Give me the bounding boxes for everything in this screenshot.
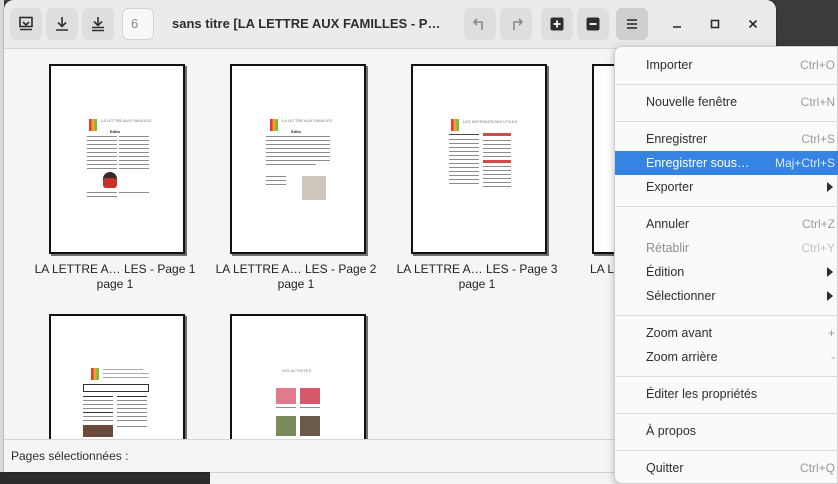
background-document — [210, 472, 630, 484]
menu-item-zoom-arriere[interactable]: Zoom arrière - — [615, 345, 838, 369]
redo-icon — [513, 18, 524, 30]
menu-separator — [615, 121, 838, 122]
page-sublabel: page 1 — [96, 277, 134, 291]
main-menu-button[interactable] — [616, 8, 648, 40]
zoom-in-icon — [550, 17, 564, 31]
school-logo — [270, 119, 278, 131]
school-logo — [91, 368, 99, 380]
zoom-out-icon — [586, 17, 600, 31]
page-thumbnail[interactable]: LA LETTRE AUX FAMILLES Edito — [230, 64, 366, 254]
menu-item-enregistrer[interactable]: Enregistrer Ctrl+S — [615, 127, 838, 151]
page-number-input[interactable]: 6 — [122, 8, 154, 40]
page-subheading: Edito — [110, 129, 120, 134]
school-logo — [89, 119, 97, 131]
page-heading: LES ACTIVITES — [282, 368, 312, 373]
page-thumbnail[interactable]: LES ACTIVITES — [230, 314, 366, 439]
maximize-button[interactable] — [704, 13, 726, 35]
menu-item-zoom-avant[interactable]: Zoom avant + — [615, 321, 838, 345]
menu-separator — [615, 450, 838, 451]
zoom-out-button[interactable] — [577, 8, 609, 40]
undo-button[interactable] — [464, 8, 496, 40]
menu-separator — [615, 315, 838, 316]
photo — [276, 388, 296, 404]
page-heading: LES INFORMATIONS UTILES — [463, 119, 518, 124]
menu-item-a-propos[interactable]: À propos — [615, 419, 838, 443]
export-all-button[interactable] — [82, 8, 114, 40]
page-thumbnail[interactable]: LA LETTRE AUX FAMILLES Edito — [49, 64, 185, 254]
export-all-icon — [92, 17, 104, 32]
undo-icon — [472, 18, 483, 30]
menu-item-importer[interactable]: Importer Ctrl+O — [615, 53, 838, 77]
menu-item-enregistrer-sous[interactable]: Enregistrer sous… Maj+Ctrl+S — [615, 151, 838, 175]
menu-item-nouvelle-fenetre[interactable]: Nouvelle fenêtre Ctrl+N — [615, 90, 838, 114]
photo — [300, 416, 320, 436]
page-label: LA LETTRE A… LES - Page 3 — [396, 262, 558, 276]
insert-page-icon — [19, 16, 33, 31]
menu-item-exporter[interactable]: Exporter — [615, 175, 838, 199]
menu-item-edition[interactable]: Édition — [615, 260, 838, 284]
menu-item-quitter[interactable]: Quitter Ctrl+Q — [615, 456, 838, 480]
submenu-arrow-icon — [827, 291, 833, 301]
page-sublabel: page 1 — [458, 277, 496, 291]
photo — [276, 416, 296, 436]
menu-separator — [615, 413, 838, 414]
page-label: LA LETTRE A… LES - Page 1 — [34, 262, 196, 276]
close-icon — [748, 19, 758, 29]
redo-button[interactable] — [500, 8, 532, 40]
page-sublabel: page 1 — [277, 277, 315, 291]
page-thumbnail[interactable]: LES INFORMATIONS UTILES — [411, 64, 547, 254]
submenu-arrow-icon — [827, 182, 833, 192]
submenu-arrow-icon — [827, 267, 833, 277]
page-subheading: Edito — [291, 129, 301, 134]
selected-pages-label: Pages sélectionnées : — [11, 449, 129, 463]
close-window-button[interactable] — [742, 13, 764, 35]
page-label: LA LETTRE A… LES - Page 2 — [215, 262, 377, 276]
page-heading: LA LETTRE AUX FAMILLES — [101, 118, 152, 123]
zoom-in-button[interactable] — [541, 8, 573, 40]
menu-separator — [615, 84, 838, 85]
menu-separator — [615, 206, 838, 207]
maximize-icon — [710, 19, 720, 29]
page-thumbnail[interactable] — [49, 314, 185, 439]
main-menu-popover: Importer Ctrl+O Nouvelle fenêtre Ctrl+N En… — [614, 46, 838, 484]
menu-item-annuler[interactable]: Annuler Ctrl+Z — [615, 212, 838, 236]
photo — [302, 176, 326, 200]
menu-item-retablir[interactable]: Rétablir Ctrl+Y — [615, 236, 838, 260]
menu-item-selectionner[interactable]: Sélectionner — [615, 284, 838, 308]
school-logo — [451, 119, 459, 131]
insert-page-button[interactable] — [10, 8, 42, 40]
page-heading: LA LETTRE AUX FAMILLES — [282, 118, 333, 123]
menu-separator — [615, 376, 838, 377]
hamburger-menu-icon — [627, 19, 637, 29]
menu-item-editer-proprietes[interactable]: Éditer les propriétés — [615, 382, 838, 406]
minimize-icon — [673, 26, 681, 28]
window-title: sans titre [LA LETTRE AUX FAMILLES - Pag… — [172, 16, 447, 31]
minimize-button[interactable] — [666, 13, 688, 35]
download-icon — [56, 17, 68, 31]
photo — [300, 388, 320, 404]
headerbar: 6 sans titre [LA LETTRE AUX FAMILLES - P… — [4, 0, 776, 49]
save-download-button[interactable] — [46, 8, 78, 40]
